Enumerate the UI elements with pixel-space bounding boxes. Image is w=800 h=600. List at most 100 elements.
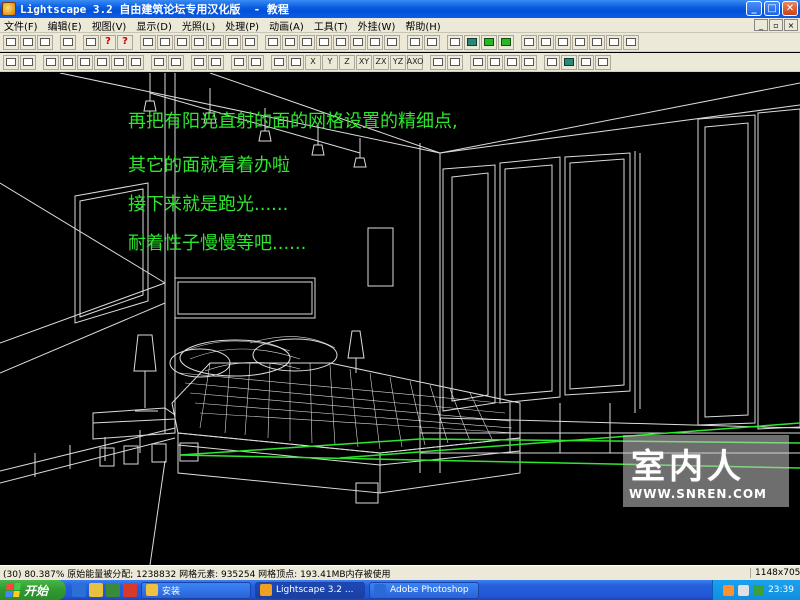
lightscape-app-icon[interactable]	[2, 2, 16, 16]
luminaire-y-icon[interactable]	[487, 54, 503, 70]
render-region-icon[interactable]	[424, 34, 440, 50]
field-of-view-icon[interactable]	[350, 34, 366, 50]
select-arrow-icon[interactable]	[140, 34, 156, 50]
luminaires-icon[interactable]	[589, 34, 605, 50]
menu-animation[interactable]: 动画(A)	[269, 18, 304, 33]
menu-edit[interactable]: 编辑(E)	[48, 18, 82, 33]
zoom-out-icon[interactable]	[316, 34, 332, 50]
watermark-url: WWW.SNREN.COM	[629, 487, 767, 501]
tray-volume-icon[interactable]	[738, 584, 750, 596]
open-file-icon[interactable]	[20, 34, 36, 50]
media-player-icon[interactable]	[89, 583, 103, 597]
new-file-icon[interactable]	[3, 34, 19, 50]
tray-app-icon[interactable]	[723, 584, 735, 596]
axis-z-button[interactable]: Z	[339, 54, 355, 70]
print-icon[interactable]	[83, 34, 99, 50]
align-icon[interactable]	[191, 54, 207, 70]
help-icon[interactable]: ?	[100, 34, 116, 50]
context-help-icon[interactable]: ?	[117, 34, 133, 50]
surface-flip-icon[interactable]	[447, 54, 463, 70]
dolly-icon[interactable]	[191, 34, 207, 50]
axis-plus-icon[interactable]	[231, 54, 247, 70]
select-surface-icon[interactable]	[20, 54, 36, 70]
daylight-icon[interactable]	[606, 34, 622, 50]
view-previous-icon[interactable]	[367, 34, 383, 50]
tilt-icon[interactable]	[208, 34, 224, 50]
save-file-icon[interactable]	[37, 34, 53, 50]
plane-yz-button[interactable]: YZ	[390, 54, 406, 70]
pointer-icon[interactable]	[3, 54, 19, 70]
menu-plugins[interactable]: 外挂(W)	[358, 18, 396, 33]
rotate-right-icon[interactable]	[288, 54, 304, 70]
axis-arrow-icon[interactable]	[248, 54, 264, 70]
refresh-icon[interactable]	[578, 54, 594, 70]
plane-zx-button[interactable]: ZX	[373, 54, 389, 70]
taskbar-item-photoshop[interactable]: Adobe Photoshop	[369, 581, 479, 599]
orbit-icon[interactable]	[157, 34, 173, 50]
properties-icon[interactable]	[623, 34, 639, 50]
luminaire-z-icon[interactable]	[504, 54, 520, 70]
select-layer-icon[interactable]	[43, 54, 59, 70]
undo-icon[interactable]	[60, 34, 76, 50]
doc-close-button[interactable]: ×	[784, 19, 798, 31]
stack-icon[interactable]	[544, 54, 560, 70]
clock: 23:39	[768, 585, 794, 595]
menu-display[interactable]: 显示(D)	[136, 18, 172, 33]
surface-orient-icon[interactable]	[430, 54, 446, 70]
move-icon[interactable]	[151, 54, 167, 70]
axis-y-button[interactable]: Y	[322, 54, 338, 70]
doc-minimize-button[interactable]: _	[754, 19, 768, 31]
roll-icon[interactable]	[225, 34, 241, 50]
taskbar-item-lightscape[interactable]: Lightscape 3.2 ...	[255, 581, 365, 599]
zoom-in-icon[interactable]	[299, 34, 315, 50]
view-next-icon[interactable]	[384, 34, 400, 50]
layers-icon[interactable]	[521, 34, 537, 50]
globe-icon[interactable]	[561, 54, 577, 70]
taskbar-item-install[interactable]: 安装	[141, 581, 251, 599]
menu-process[interactable]: 处理(P)	[225, 18, 259, 33]
select-all-icon[interactable]	[94, 54, 110, 70]
zoom-window-icon[interactable]	[333, 34, 349, 50]
shaded-mode-icon[interactable]	[481, 34, 497, 50]
rotate-icon[interactable]	[168, 54, 184, 70]
axis-x-button[interactable]: X	[305, 54, 321, 70]
menu-help[interactable]: 帮助(H)	[405, 18, 440, 33]
doc-restore-button[interactable]: ▫	[769, 19, 783, 31]
outline-mode-icon[interactable]	[464, 34, 480, 50]
walk-icon[interactable]	[242, 34, 258, 50]
copy-icon[interactable]	[208, 54, 224, 70]
ie-icon[interactable]	[72, 583, 86, 597]
render-window-icon[interactable]	[407, 34, 423, 50]
menu-view[interactable]: 视图(V)	[92, 18, 127, 33]
zoom-extents-icon[interactable]	[265, 34, 281, 50]
pick-icon[interactable]	[595, 54, 611, 70]
close-button[interactable]: ✕	[782, 1, 798, 16]
camera-icon[interactable]	[282, 34, 298, 50]
minimize-button[interactable]: _	[746, 1, 762, 16]
views-icon[interactable]	[572, 34, 588, 50]
start-button[interactable]: 开始	[0, 580, 66, 600]
axo-button[interactable]: AXO	[407, 54, 423, 70]
select-block-icon[interactable]	[77, 54, 93, 70]
blocks-icon[interactable]	[555, 34, 571, 50]
materials-icon[interactable]	[538, 34, 554, 50]
show-desktop-icon[interactable]	[106, 583, 120, 597]
lightscape-icon	[260, 584, 272, 596]
maximize-button[interactable]: □	[764, 1, 780, 16]
wireframe-mode-icon[interactable]	[447, 34, 463, 50]
tray-network-icon[interactable]	[753, 584, 765, 596]
app-shortcut-icon[interactable]	[123, 583, 137, 597]
deselect-icon[interactable]	[128, 54, 144, 70]
menu-tools[interactable]: 工具(T)	[314, 18, 348, 33]
luminaire-aim-icon[interactable]	[521, 54, 537, 70]
menu-file[interactable]: 文件(F)	[4, 18, 38, 33]
textured-mode-icon[interactable]	[498, 34, 514, 50]
3d-viewport[interactable]: 再把有阳光直射的面的网格设置的精细点, 其它的面就看着办啦 接下来就是跑光...…	[0, 73, 800, 565]
luminaire-x-icon[interactable]	[470, 54, 486, 70]
select-material-icon[interactable]	[60, 54, 76, 70]
pan-icon[interactable]	[174, 34, 190, 50]
rotate-left-icon[interactable]	[271, 54, 287, 70]
plane-xy-button[interactable]: XY	[356, 54, 372, 70]
invert-selection-icon[interactable]	[111, 54, 127, 70]
menu-light[interactable]: 光照(L)	[182, 18, 215, 33]
